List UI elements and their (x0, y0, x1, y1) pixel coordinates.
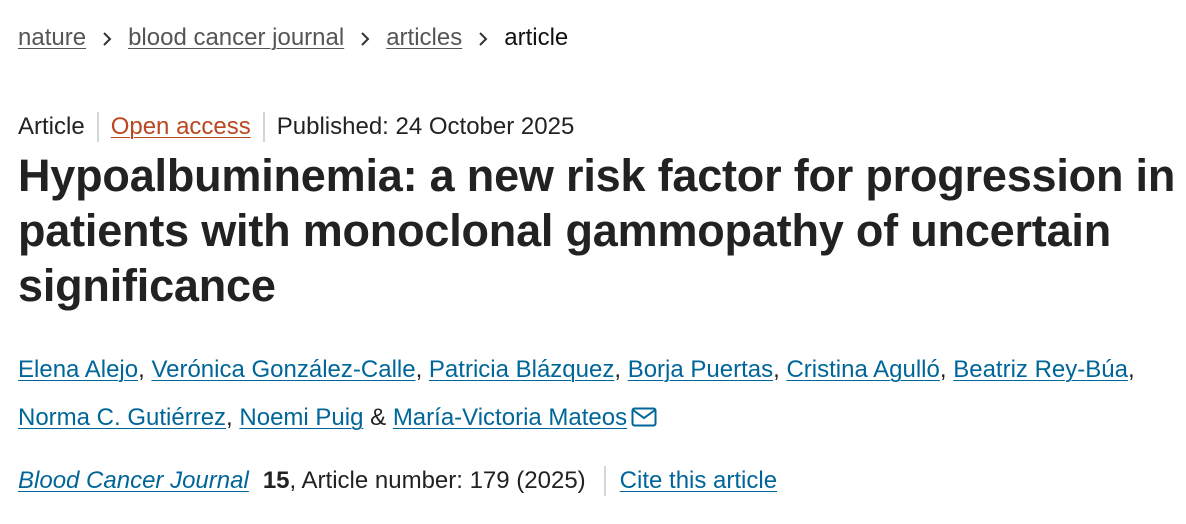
cite-this-article-link[interactable]: Cite this article (620, 464, 777, 498)
author-link[interactable]: Elena Alejo (18, 356, 138, 383)
chevron-right-icon (462, 22, 504, 54)
breadcrumb-nature[interactable]: nature (18, 22, 86, 54)
article-number: , Article number: 179 (2025) (289, 467, 586, 494)
author-separator: , (415, 356, 423, 383)
meta-divider (96, 112, 99, 142)
author-link[interactable]: Noemi Puig (239, 404, 363, 431)
author-separator: , (226, 404, 233, 431)
open-access-link[interactable]: Open access (111, 111, 251, 143)
author-link[interactable]: María-Victoria Mateos (393, 404, 627, 431)
citation-line: Blood Cancer Journal 15 , Article number… (18, 464, 777, 498)
chevron-right-icon (86, 22, 128, 54)
published-date: Published: 24 October 2025 (276, 113, 575, 140)
author-link[interactable]: Beatriz Rey-Búa (953, 356, 1128, 383)
breadcrumb-blood-cancer-journal[interactable]: blood cancer journal (128, 22, 344, 54)
chevron-right-icon (344, 22, 386, 54)
mail-icon[interactable] (631, 396, 657, 444)
breadcrumb-articles[interactable]: articles (386, 22, 462, 54)
author-separator: , (614, 356, 622, 383)
meta-divider (262, 112, 265, 142)
author-separator: , (939, 356, 947, 383)
author-ampersand: & (370, 404, 387, 431)
author-list: Elena Alejo, Verónica González-Calle, Pa… (18, 346, 1178, 444)
article-title: Hypoalbuminemia: a new risk factor for p… (18, 150, 1176, 311)
author-link[interactable]: Cristina Agulló (786, 356, 939, 383)
author-link[interactable]: Norma C. Gutiérrez (18, 404, 226, 431)
breadcrumb: nature blood cancer journal articles art… (18, 22, 568, 54)
journal-volume: 15 (262, 467, 290, 494)
author-link[interactable]: Patricia Blázquez (429, 356, 614, 383)
citation-divider (603, 466, 606, 496)
article-meta: Article Open access Published: 24 Octobe… (18, 111, 574, 143)
breadcrumb-current: article (504, 24, 569, 51)
author-link[interactable]: Borja Puertas (628, 356, 773, 383)
author-separator: , (773, 356, 780, 383)
journal-link[interactable]: Blood Cancer Journal (18, 464, 249, 498)
author-separator: , (138, 356, 145, 383)
author-link[interactable]: Verónica González-Calle (151, 356, 415, 383)
article-type: Article (18, 113, 85, 140)
author-separator: , (1127, 356, 1135, 383)
